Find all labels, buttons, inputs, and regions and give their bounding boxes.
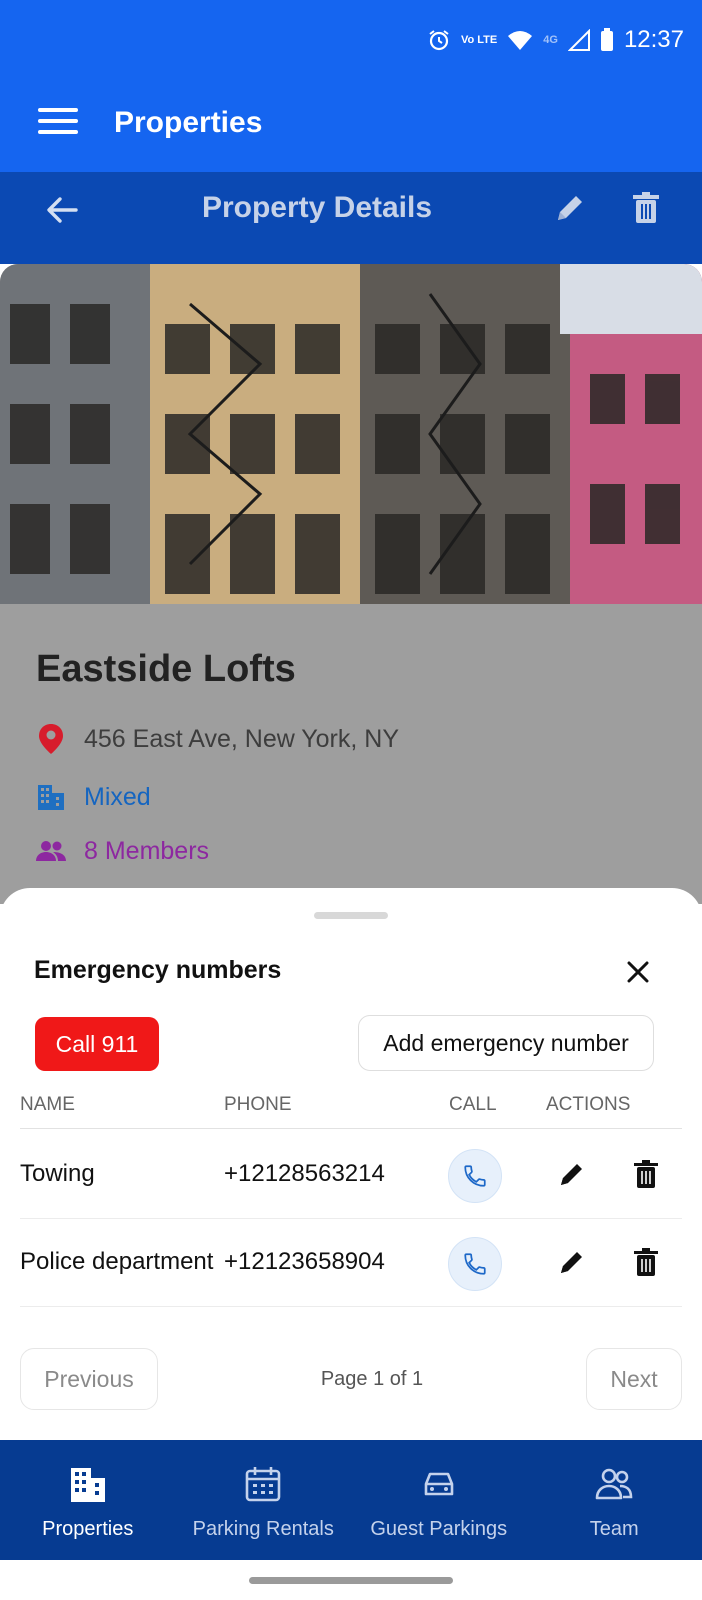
close-icon[interactable] [624, 958, 652, 986]
wifi-icon [508, 31, 533, 50]
property-name: Eastside Lofts [36, 648, 296, 690]
edit-icon[interactable] [556, 1158, 588, 1190]
edit-icon[interactable] [556, 1246, 588, 1278]
members-row: 8 Members [36, 836, 209, 866]
property-type: Mixed [84, 782, 151, 811]
emergency-numbers-sheet: Emergency numbers Call 911 Add emergency… [0, 888, 702, 1440]
call-button[interactable] [448, 1237, 502, 1291]
call-button[interactable] [448, 1149, 502, 1203]
page-title: Property Details [201, 191, 433, 224]
drag-handle[interactable] [314, 912, 388, 919]
location-pin-icon [39, 724, 63, 754]
contact-name: Police department [20, 1248, 214, 1275]
call-911-button[interactable]: Call 911 [35, 1017, 159, 1071]
table-row: Towing +12128563214 [20, 1130, 682, 1219]
app-title: Properties [114, 106, 263, 139]
building-icon [70, 1468, 105, 1502]
menu-icon[interactable] [38, 108, 78, 138]
nav-label: Team [589, 1518, 639, 1540]
team-icon [595, 1468, 633, 1500]
column-name: NAME [20, 1094, 75, 1115]
alarm-icon [429, 30, 449, 51]
delete-icon[interactable] [630, 1158, 662, 1190]
contact-name: Towing [20, 1160, 95, 1187]
column-call: CALL [449, 1094, 497, 1115]
property-photo [0, 264, 702, 604]
property-address: 456 East Ave, New York, NY [84, 724, 400, 753]
table-header: NAME PHONE CALL ACTIONS [20, 1084, 682, 1129]
delete-icon[interactable] [630, 1246, 662, 1278]
page-indicator: Page 1 of 1 [320, 1368, 424, 1390]
type-row: Mixed [36, 782, 151, 812]
contact-phone: +12123658904 [224, 1248, 385, 1275]
sheet-title: Emergency numbers [34, 956, 282, 984]
nav-item-team[interactable]: Team [527, 1440, 702, 1560]
table-row: Police department +12123658904 [20, 1218, 682, 1307]
nav-label: Guest Parkings [370, 1518, 508, 1540]
column-actions: ACTIONS [546, 1094, 631, 1115]
previous-page-button[interactable]: Previous [20, 1348, 158, 1410]
details-header: Property Details [0, 172, 702, 264]
people-icon [36, 841, 66, 861]
status-time: 12:37 [623, 26, 684, 53]
phone-icon [464, 1253, 486, 1275]
home-indicator[interactable] [249, 1577, 453, 1584]
delete-icon[interactable] [628, 190, 664, 226]
property-members: 8 Members [84, 836, 210, 865]
column-phone: PHONE [224, 1094, 292, 1115]
bottom-navigation: Properties Parking Rentals Guest Parking… [0, 1440, 702, 1560]
app-bar: Vo LTE 4G 12:37 Properties [0, 0, 702, 172]
address-row: 456 East Ave, New York, NY [36, 724, 399, 754]
nav-label: Parking Rentals [192, 1518, 334, 1540]
contact-phone: +12128563214 [224, 1160, 385, 1187]
nav-label: Properties [42, 1518, 134, 1540]
nav-item-guest-parkings[interactable]: Guest Parkings [351, 1440, 527, 1560]
battery-icon [600, 28, 613, 51]
network-label: Vo LTE [460, 34, 498, 46]
nav-item-parking-rentals[interactable]: Parking Rentals [176, 1440, 352, 1560]
signal-icon [567, 29, 590, 51]
add-emergency-number-button[interactable]: Add emergency number [358, 1015, 654, 1071]
signal-type: 4G [543, 34, 558, 46]
calendar-icon [245, 1467, 281, 1502]
nav-item-properties[interactable]: Properties [0, 1440, 176, 1560]
car-icon [424, 1472, 454, 1496]
edit-icon[interactable] [552, 190, 588, 226]
property-details: Eastside Lofts 456 East Ave, New York, N… [0, 604, 702, 904]
status-bar: Vo LTE 4G 12:37 [427, 24, 684, 56]
building-icon [38, 785, 64, 810]
phone-icon [464, 1165, 486, 1187]
next-page-button[interactable]: Next [586, 1348, 682, 1410]
system-navigation-bar [0, 1560, 702, 1600]
